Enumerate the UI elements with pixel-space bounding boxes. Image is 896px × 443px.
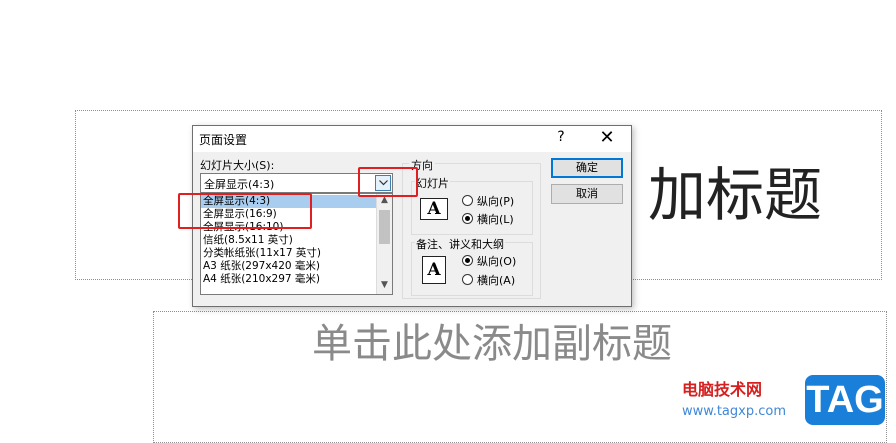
- notes-portrait-label[interactable]: 纵向(O): [477, 253, 516, 269]
- close-button[interactable]: ✕: [596, 127, 618, 148]
- list-item[interactable]: 信纸(8.5x11 英寸): [201, 234, 377, 247]
- scrollbar-thumb[interactable]: [379, 210, 390, 244]
- dialog-title: 页面设置: [199, 133, 248, 147]
- notes-portrait-page-icon: A: [422, 256, 446, 284]
- slide-size-value: 全屏显示(4:3): [204, 178, 275, 191]
- slide-title-text[interactable]: 加标题: [648, 160, 822, 230]
- slides-landscape-label[interactable]: 横向(L): [477, 211, 514, 227]
- slides-portrait-label[interactable]: 纵向(P): [477, 193, 514, 209]
- slides-portrait-radio[interactable]: [462, 195, 473, 206]
- cancel-button[interactable]: 取消: [551, 184, 623, 204]
- notes-group-label: 备注、讲义和大纲: [415, 236, 505, 252]
- dialog-titlebar[interactable]: 页面设置 ? ✕: [193, 126, 631, 152]
- list-item[interactable]: A4 纸张(210x297 毫米): [201, 273, 377, 286]
- slide-size-label: 幻灯片大小(S):: [200, 159, 275, 172]
- ok-button[interactable]: 确定: [551, 158, 623, 178]
- notes-landscape-label[interactable]: 横向(A): [477, 272, 515, 288]
- help-button[interactable]: ?: [553, 129, 569, 145]
- slides-landscape-page-icon: A: [420, 198, 448, 220]
- slides-group-label: 幻灯片: [415, 175, 450, 191]
- slide-subtitle-text[interactable]: 单击此处添加副标题: [312, 318, 672, 370]
- watermark-site-name: 电脑技术网: [682, 380, 763, 399]
- notes-portrait-radio[interactable]: [462, 255, 473, 266]
- list-item[interactable]: 分类帐纸张(11x17 英寸): [201, 247, 377, 260]
- watermark-url: www.tagxp.com: [682, 404, 786, 419]
- listbox-scrollbar[interactable]: ▲ ▼: [376, 194, 392, 294]
- highlight-box-option: [178, 193, 312, 229]
- highlight-box-dropdown: [358, 167, 418, 197]
- list-item[interactable]: A3 纸张(297x420 毫米): [201, 260, 377, 273]
- scroll-down-arrow-icon[interactable]: ▼: [377, 280, 392, 290]
- slides-landscape-radio[interactable]: [462, 213, 473, 224]
- watermark-tag-logo: TAG: [805, 375, 885, 425]
- notes-landscape-radio[interactable]: [462, 274, 473, 285]
